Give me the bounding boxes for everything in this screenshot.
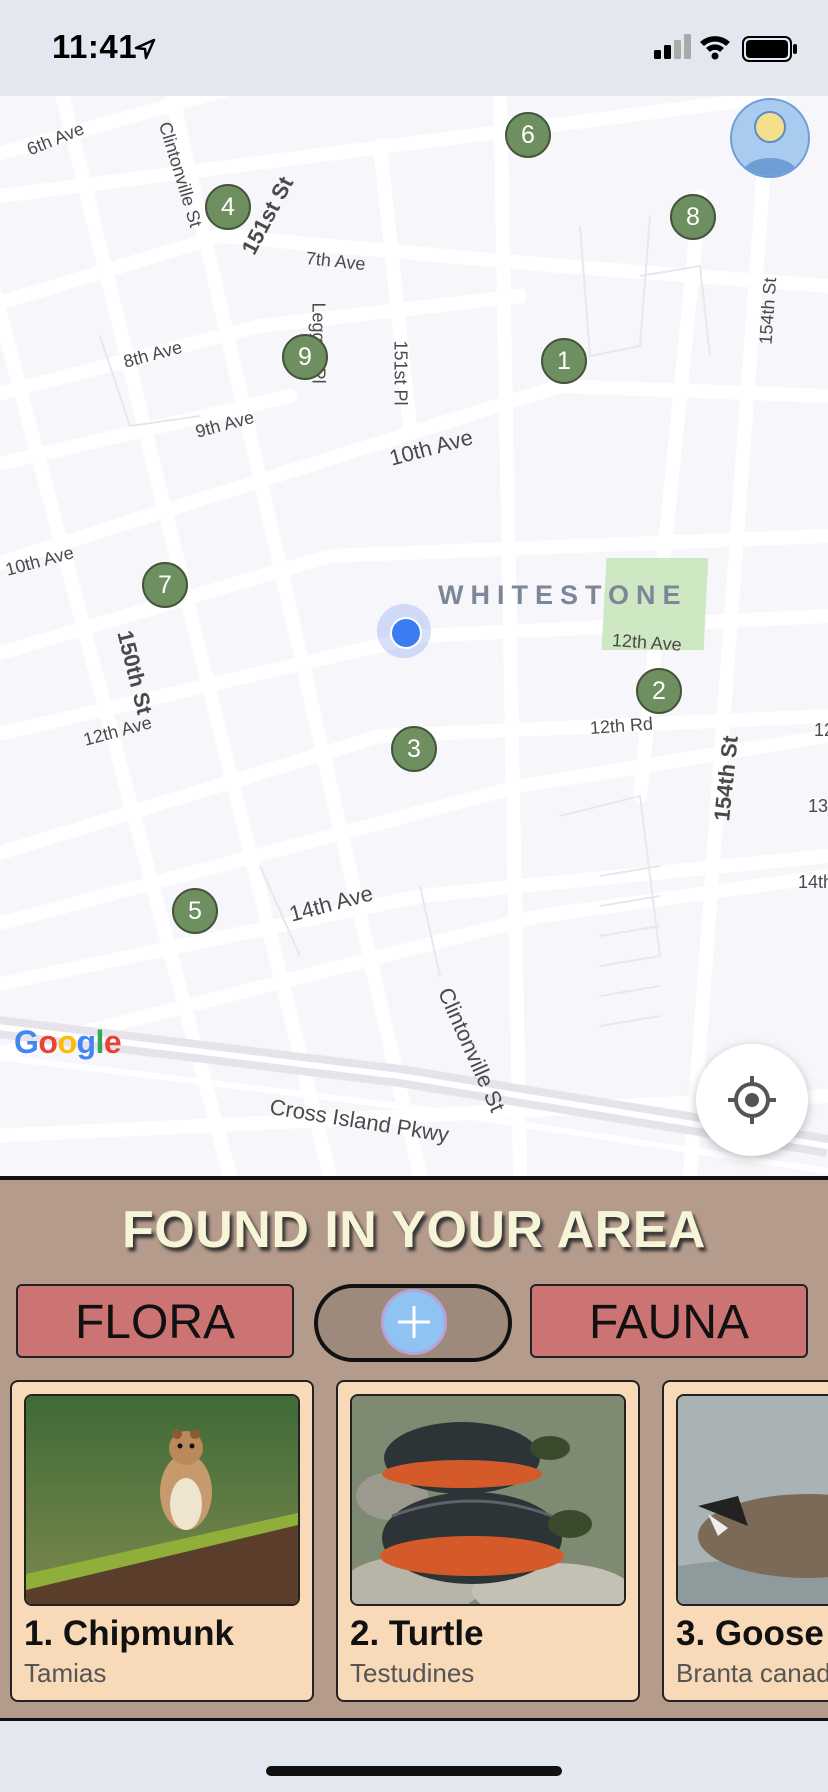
status-bar: 11:41 [0,0,828,96]
profile-avatar-button[interactable] [730,98,810,178]
road-label: 12 [814,720,828,740]
google-logo: Google [14,1024,122,1060]
status-time: 11:41 [52,28,138,65]
map-view[interactable]: 6th Ave Clintonville St 151st St 7th Ave… [0,96,828,1176]
species-scientific-name: Testudines [350,1658,475,1688]
species-name: 2. Turtle [350,1614,484,1653]
add-sighting-toggle[interactable] [314,1284,512,1362]
species-scientific-name: Tamias [24,1658,107,1688]
fauna-button[interactable]: FAUNA [530,1284,808,1358]
chipmunk-photo [24,1394,300,1606]
map-marker[interactable]: 5 [172,888,218,934]
species-card[interactable]: 3. Goose Branta canadensis [662,1380,828,1702]
home-indicator[interactable] [266,1766,562,1776]
road-label: 14th [798,872,828,892]
map-marker[interactable]: 2 [636,668,682,714]
goose-photo [676,1394,828,1606]
battery-icon [742,36,797,62]
turtle-photo [350,1394,626,1606]
map-marker[interactable]: 3 [391,726,437,772]
map-marker[interactable]: 9 [282,334,328,380]
species-name: 1. Chipmunk [24,1614,235,1653]
species-card[interactable]: 1. Chipmunk Tamias [10,1380,314,1702]
crosshair-icon [728,1076,776,1124]
cellular-signal-icon [654,34,691,59]
road-label: 13 [808,796,828,816]
plus-icon [398,1306,430,1338]
flora-button[interactable]: FLORA [16,1284,294,1358]
panel-title: FOUND IN YOUR AREA [122,1201,706,1259]
map-marker[interactable]: 6 [505,112,551,158]
species-scientific-name: Branta canadensis [676,1658,828,1688]
wifi-icon [700,36,730,60]
user-avatar-icon [742,111,798,176]
road-label: 12th Rd [589,713,654,738]
user-location-dot [390,617,422,649]
home-indicator-area [0,1721,828,1792]
map-marker[interactable]: 8 [670,194,716,240]
district-label: WHITESTONE [438,580,688,610]
add-knob [381,1289,447,1355]
map-marker[interactable]: 4 [205,184,251,230]
my-location-button[interactable] [696,1044,808,1156]
location-arrow-icon [134,38,156,60]
species-carousel[interactable]: 1. Chipmunk Tamias 2. Turtle Testudines … [10,1380,828,1705]
species-name: 3. Goose [676,1614,824,1653]
found-panel: FOUND IN YOUR AREA FLORA FAUNA 1. Chipmu… [0,1176,828,1721]
map-marker[interactable]: 1 [541,338,587,384]
road-label: 151st Pl [390,340,411,406]
map-marker[interactable]: 7 [142,562,188,608]
species-card[interactable]: 2. Turtle Testudines [336,1380,640,1702]
